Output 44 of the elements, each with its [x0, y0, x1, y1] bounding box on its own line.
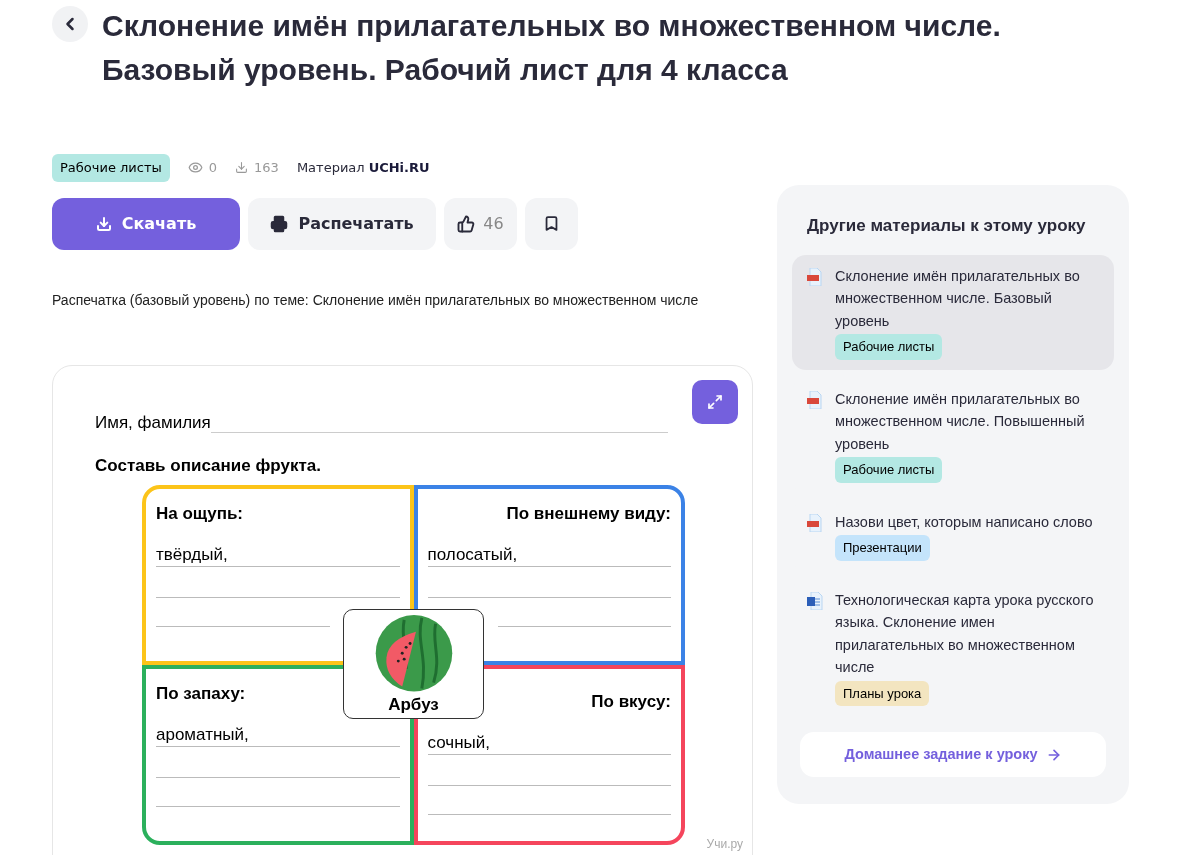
- material-tag: Планы урока: [835, 680, 930, 706]
- eye-icon: [187, 160, 203, 176]
- panel-heading: По внешнему виду:: [505, 502, 671, 525]
- category-tag: Рабочие листы: [52, 154, 170, 182]
- download-icon: [95, 215, 112, 232]
- bookmark-icon: [543, 215, 560, 232]
- view-count: 0: [208, 159, 218, 177]
- pdf-file-icon: [807, 390, 823, 409]
- download-button[interactable]: Скачать: [52, 197, 240, 250]
- source-label: Материал: [296, 159, 365, 177]
- name-label: Имя, фамилия: [95, 411, 211, 434]
- material-title: Технологическая карта урока русского языка. Склонение имен прилагательных во множественном числе: [835, 590, 1095, 677]
- printer-icon: [270, 214, 289, 233]
- back-button[interactable]: [52, 6, 88, 42]
- download-count: 163: [254, 159, 279, 177]
- bookmark-button[interactable]: [525, 197, 578, 250]
- expand-icon: [707, 393, 723, 410]
- source-logo: UCHi.RU: [368, 159, 430, 177]
- material-title: Назови цвет, которым написано слово: [835, 512, 1094, 532]
- download-icon: [235, 161, 249, 175]
- material-tag: Рабочие листы: [835, 457, 943, 483]
- panel-heading: На ощупь:: [156, 502, 245, 525]
- answer-line: твёрдый,: [156, 544, 400, 567]
- pdf-file-icon: [807, 267, 823, 286]
- print-button[interactable]: Распечатать: [248, 197, 436, 250]
- material-item[interactable]: Склонение имён прилагательных во множественном числе. Базовый уровень Рабочие листы: [792, 254, 1114, 370]
- fruit-name: Арбуз: [388, 694, 439, 716]
- answer-line: сочный,: [427, 732, 671, 755]
- answer-line: полосатый,: [427, 544, 671, 567]
- material-title: Склонение имён прилагательных во множественном числе. Повышенный уровень: [835, 389, 1086, 454]
- material-tag: Рабочие листы: [835, 334, 943, 360]
- homework-link[interactable]: Домашнее задание к уроку: [800, 732, 1106, 777]
- material-tag: Презентации: [835, 535, 930, 561]
- credit-text: Учи.ру: [706, 835, 743, 853]
- task-text: Составь описание фрукта.: [95, 455, 322, 477]
- sidebar-title: Другие материалы к этому уроку: [806, 215, 1087, 237]
- expand-button[interactable]: [692, 379, 738, 424]
- answer-line: ароматный,: [156, 724, 400, 747]
- material-title: Склонение имён прилагательных во множественном числе. Базовый уровень: [835, 266, 1081, 331]
- page-title: Склонение имён прилагательных во множественном числе. Базовый уровень. Рабочий лист для 4 класса: [102, 8, 1002, 88]
- thumbs-up-icon: [457, 214, 476, 233]
- pdf-file-icon: [807, 513, 823, 532]
- word-file-icon: [807, 591, 823, 610]
- description-text: Распечатка (базовый уровень) по теме: Склонение имён прилагательных во множественном числе: [52, 290, 700, 310]
